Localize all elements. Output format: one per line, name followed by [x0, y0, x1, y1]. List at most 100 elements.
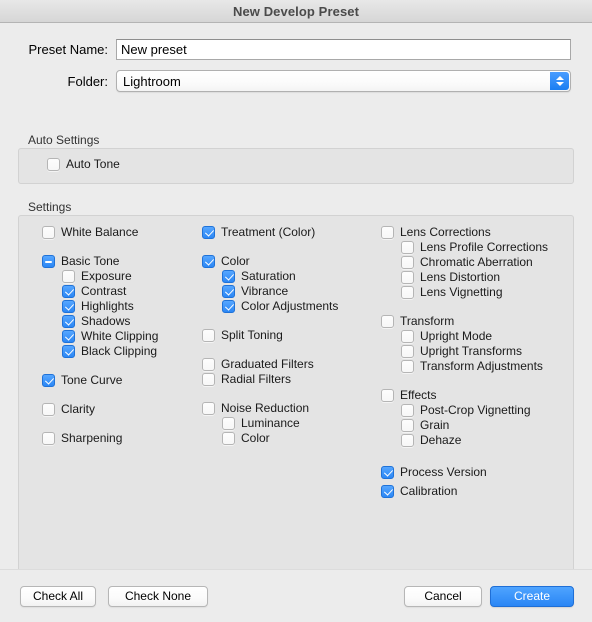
checkbox-lens-profile-corrections[interactable]: Lens Profile Corrections	[401, 240, 548, 254]
checkbox-exposure[interactable]: Exposure	[62, 269, 132, 283]
checkbox-icon[interactable]	[202, 225, 215, 239]
checkbox-highlights[interactable]: Highlights	[62, 299, 134, 313]
checkbox-icon[interactable]	[381, 314, 394, 328]
checkbox-icon[interactable]	[381, 225, 394, 239]
check-none-button[interactable]: Check None	[108, 586, 208, 607]
checkbox-icon[interactable]	[42, 254, 55, 268]
checkbox-transform[interactable]: Transform	[381, 314, 454, 328]
checkbox-icon[interactable]	[202, 401, 215, 415]
checkbox-chromatic-aberration[interactable]: Chromatic Aberration	[401, 255, 533, 269]
checkbox-icon[interactable]	[401, 285, 414, 299]
checkbox-icon[interactable]	[401, 359, 414, 373]
checkbox-black-clipping[interactable]: Black Clipping	[62, 344, 157, 358]
checkbox-label: Shadows	[81, 314, 131, 328]
checkbox-icon[interactable]	[42, 402, 55, 416]
checkbox-label: Tone Curve	[61, 373, 123, 387]
checkbox-contrast[interactable]: Contrast	[62, 284, 126, 298]
checkbox-icon[interactable]	[222, 284, 235, 298]
checkbox-label: Transform	[400, 314, 455, 328]
checkbox-graduated-filters[interactable]: Graduated Filters	[202, 357, 314, 371]
checkbox-saturation[interactable]: Saturation	[222, 269, 296, 283]
checkbox-icon[interactable]	[62, 284, 75, 298]
checkbox-icon[interactable]	[222, 431, 235, 445]
checkbox-radial-filters[interactable]: Radial Filters	[202, 372, 291, 386]
checkbox-icon[interactable]	[62, 344, 75, 358]
checkbox-vibrance[interactable]: Vibrance	[222, 284, 288, 298]
checkbox-split-toning[interactable]: Split Toning	[202, 328, 283, 342]
checkbox-luminance[interactable]: Luminance	[222, 416, 300, 430]
dialog-body: Preset Name: Folder: Lightroom Auto Sett…	[0, 23, 592, 622]
checkbox-icon[interactable]	[222, 299, 235, 313]
checkbox-label: Lens Profile Corrections	[420, 240, 549, 254]
checkbox-icon[interactable]	[202, 328, 215, 342]
checkbox-noise-reduction[interactable]: Noise Reduction	[202, 401, 309, 415]
checkbox-label: Lens Vignetting	[420, 285, 503, 299]
checkbox-color[interactable]: Color	[202, 254, 250, 268]
checkbox-icon[interactable]	[401, 329, 414, 343]
checkbox-lens-vignetting[interactable]: Lens Vignetting	[401, 285, 503, 299]
checkbox-shadows[interactable]: Shadows	[62, 314, 130, 328]
preset-name-row: Preset Name:	[0, 39, 592, 60]
checkbox-clarity[interactable]: Clarity	[42, 402, 95, 416]
checkbox-upright-mode[interactable]: Upright Mode	[401, 329, 492, 343]
checkbox-grain[interactable]: Grain	[401, 418, 449, 432]
checkbox-icon[interactable]	[62, 269, 75, 283]
checkbox-icon[interactable]	[401, 433, 414, 447]
checkbox-transform-adjustments[interactable]: Transform Adjustments	[401, 359, 543, 373]
checkbox-icon[interactable]	[62, 329, 75, 343]
checkbox-label: Contrast	[81, 284, 127, 298]
checkbox-icon[interactable]	[42, 431, 55, 445]
checkbox-white-balance[interactable]: White Balance	[42, 225, 138, 239]
checkbox-label: Basic Tone	[61, 254, 120, 268]
checkbox-label: Calibration	[400, 484, 458, 498]
checkbox-icon[interactable]	[401, 344, 414, 358]
checkbox-effects[interactable]: Effects	[381, 388, 436, 402]
chevron-updown-icon[interactable]	[550, 72, 569, 90]
checkbox-label: White Balance	[61, 225, 139, 239]
checkbox-label: Auto Tone	[66, 157, 120, 171]
checkbox-calibration[interactable]: Calibration	[381, 484, 457, 498]
checkbox-label: Saturation	[241, 269, 296, 283]
checkbox-icon[interactable]	[42, 373, 55, 387]
checkbox-color[interactable]: Color	[222, 431, 270, 445]
checkbox-auto-tone[interactable]: Auto Tone	[47, 157, 120, 171]
preset-name-input[interactable]	[116, 39, 571, 60]
checkbox-icon[interactable]	[42, 225, 55, 239]
folder-select[interactable]: Lightroom	[116, 70, 571, 92]
checkbox-icon[interactable]	[62, 299, 75, 313]
checkbox-color-adjustments[interactable]: Color Adjustments	[222, 299, 338, 313]
checkbox-lens-corrections[interactable]: Lens Corrections	[381, 225, 491, 239]
check-all-button[interactable]: Check All	[20, 586, 96, 607]
checkbox-icon[interactable]	[202, 357, 215, 371]
checkbox-icon[interactable]	[222, 416, 235, 430]
checkbox-icon[interactable]	[381, 484, 394, 498]
checkbox-icon[interactable]	[401, 270, 414, 284]
checkbox-icon[interactable]	[381, 388, 394, 402]
checkbox-icon[interactable]	[202, 372, 215, 386]
checkbox-process-version[interactable]: Process Version	[381, 465, 487, 479]
checkbox-icon[interactable]	[401, 403, 414, 417]
checkbox-label: Treatment (Color)	[221, 225, 316, 239]
checkbox-icon[interactable]	[401, 240, 414, 254]
checkbox-white-clipping[interactable]: White Clipping	[62, 329, 158, 343]
folder-row: Folder: Lightroom	[0, 70, 592, 92]
checkbox-icon[interactable]	[381, 465, 394, 479]
checkbox-icon[interactable]	[62, 314, 75, 328]
checkbox-icon[interactable]	[401, 418, 414, 432]
checkbox-icon[interactable]	[47, 157, 60, 171]
checkbox-icon[interactable]	[401, 255, 414, 269]
checkbox-upright-transforms[interactable]: Upright Transforms	[401, 344, 522, 358]
checkbox-label: Clarity	[61, 402, 96, 416]
checkbox-icon[interactable]	[222, 269, 235, 283]
checkbox-icon[interactable]	[202, 254, 215, 268]
checkbox-label: Color Adjustments	[241, 299, 339, 313]
checkbox-basic-tone[interactable]: Basic Tone	[42, 254, 119, 268]
checkbox-dehaze[interactable]: Dehaze	[401, 433, 461, 447]
checkbox-lens-distortion[interactable]: Lens Distortion	[401, 270, 500, 284]
create-button[interactable]: Create	[490, 586, 574, 607]
checkbox-post-crop-vignetting[interactable]: Post-Crop Vignetting	[401, 403, 531, 417]
cancel-button[interactable]: Cancel	[404, 586, 482, 607]
checkbox-sharpening[interactable]: Sharpening	[42, 431, 122, 445]
checkbox-tone-curve[interactable]: Tone Curve	[42, 373, 122, 387]
checkbox-treatment-color[interactable]: Treatment (Color)	[202, 225, 315, 239]
